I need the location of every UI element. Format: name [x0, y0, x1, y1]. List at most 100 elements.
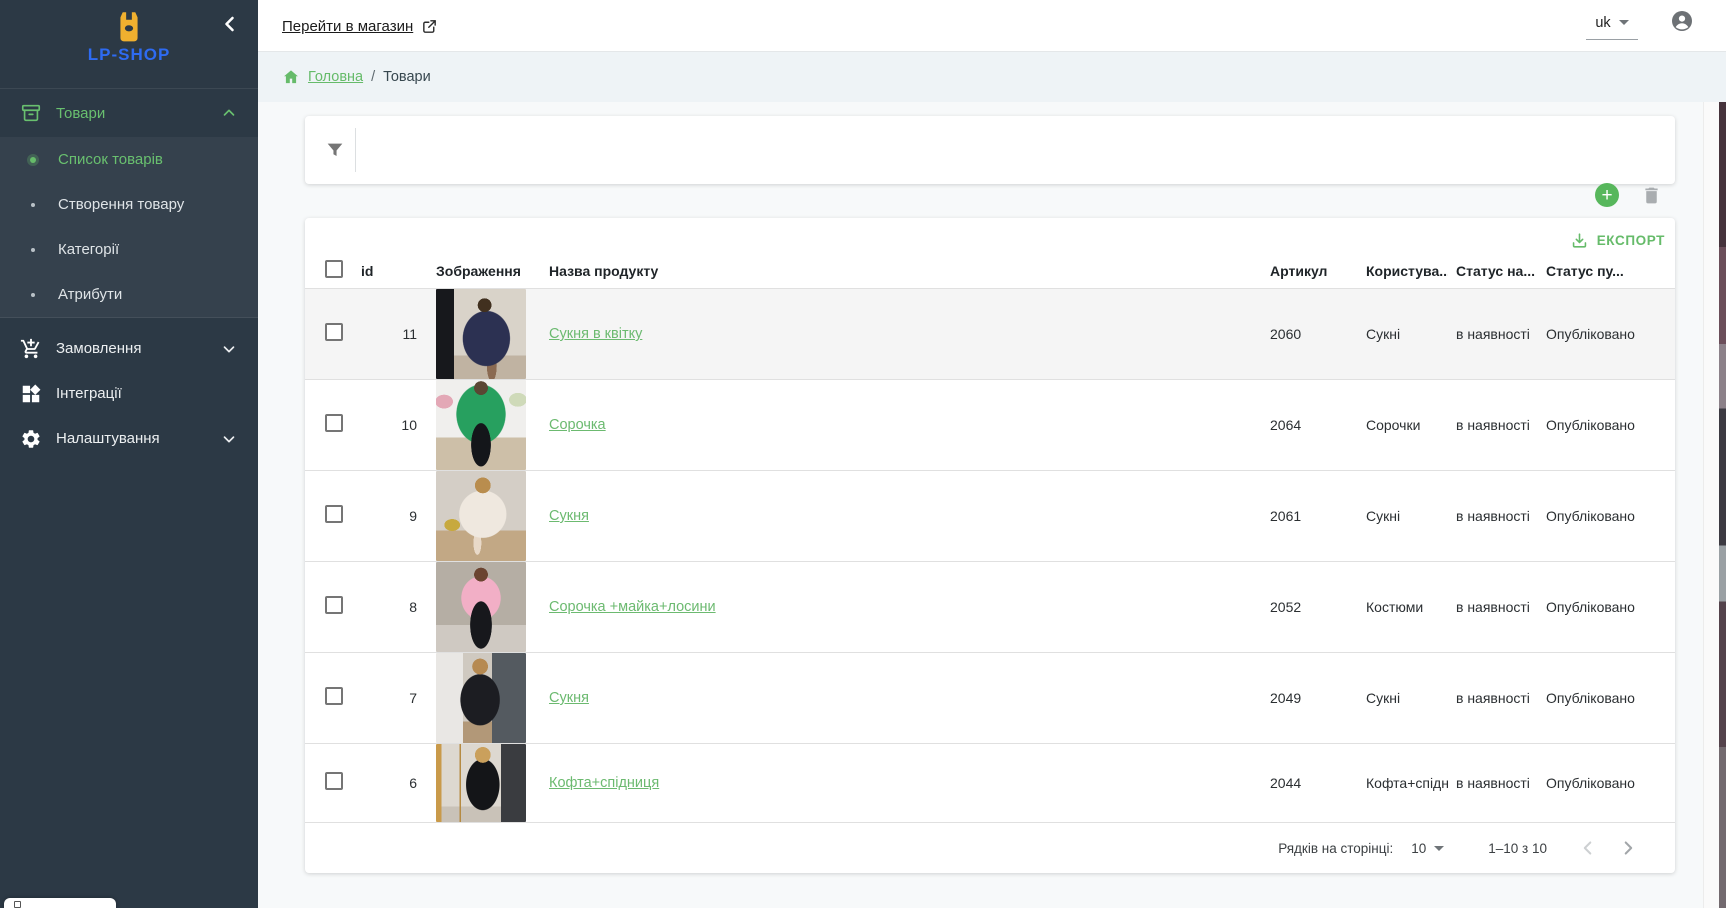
delete-button[interactable]: [1641, 185, 1662, 206]
product-image[interactable]: [436, 562, 526, 652]
product-name-link[interactable]: Сукня в квітку: [549, 326, 642, 342]
sidebar-item-create-product[interactable]: Створення товару: [0, 182, 258, 227]
product-name-link[interactable]: Сукня: [549, 508, 589, 524]
logo-text: LP-SHOP: [0, 45, 258, 65]
product-image[interactable]: [436, 380, 526, 470]
sidebar-item-label: Інтеграції: [56, 385, 238, 402]
product-name-link[interactable]: Сорочка +майка+лосини: [549, 599, 716, 615]
sidebar-item-label: Товари: [56, 105, 220, 122]
status-mini-icon: [14, 901, 21, 908]
table-row: 7 Сукня 2049 Сукні в наявності Опубліков…: [305, 652, 1675, 743]
chevron-down-icon: [220, 340, 238, 358]
row-checkbox[interactable]: [325, 505, 343, 523]
sidebar: LP-SHOP Товари Список товарів Створення …: [0, 0, 258, 908]
table-actions: +: [305, 182, 1675, 210]
row-checkbox[interactable]: [325, 596, 343, 614]
cell-id: 6: [361, 743, 417, 822]
cell-sku: 2061: [1262, 470, 1358, 561]
cell-category: Сукні: [1358, 288, 1448, 379]
row-checkbox[interactable]: [325, 772, 343, 790]
go-to-store-label: Перейти в магазин: [282, 18, 413, 35]
product-name-link[interactable]: Сорочка: [549, 417, 606, 433]
cell-sku: 2064: [1262, 379, 1358, 470]
filter-button[interactable]: [324, 139, 346, 161]
sidebar-item-label: Налаштування: [56, 430, 220, 447]
rows-per-page-select[interactable]: 10: [1411, 841, 1444, 856]
product-image[interactable]: [436, 653, 526, 743]
cell-publish-status: Опубліковано: [1538, 652, 1675, 743]
breadcrumb: Головна / Товари: [258, 52, 1726, 102]
sidebar-item-attributes[interactable]: Атрибути: [0, 272, 258, 317]
previous-page-button[interactable]: [1577, 837, 1599, 859]
cell-id: 7: [361, 652, 417, 743]
logo[interactable]: LP-SHOP: [0, 0, 258, 88]
cell-id: 11: [361, 288, 417, 379]
account-icon: [1670, 9, 1694, 33]
rows-per-page-label: Рядків на сторінці:: [1278, 841, 1393, 856]
cell-stock-status: в наявності: [1448, 743, 1538, 822]
table-row: 11 Сукня в квітку 2060 Сукні в наявності…: [305, 288, 1675, 379]
main-content: + ЕКСПОРТ id Зображення Наз: [258, 102, 1726, 908]
table-row: 10 Сорочка 2064 Сорочки в наявності Опуб…: [305, 379, 1675, 470]
go-to-store-link[interactable]: Перейти в магазин: [282, 0, 438, 52]
widgets-icon: [20, 383, 42, 405]
table-header-row: id Зображення Назва продукту Артикул Кор…: [305, 254, 1675, 288]
export-button[interactable]: ЕКСПОРТ: [1570, 231, 1665, 250]
cell-sku: 2052: [1262, 561, 1358, 652]
row-checkbox[interactable]: [325, 687, 343, 705]
cell-id: 9: [361, 470, 417, 561]
scrollbar-gutter[interactable]: [1703, 102, 1719, 908]
row-checkbox[interactable]: [325, 323, 343, 341]
sidebar-item-products[interactable]: Товари: [0, 88, 258, 137]
cell-sku: 2060: [1262, 288, 1358, 379]
sidebar-item-integrations[interactable]: Інтеграції: [0, 371, 258, 416]
row-checkbox[interactable]: [325, 414, 343, 432]
table-row: 9 Сукня 2061 Сукні в наявності Опубліков…: [305, 470, 1675, 561]
language-select[interactable]: uk: [1586, 6, 1638, 40]
browser-status-popup: [4, 898, 116, 908]
download-icon: [1570, 231, 1589, 250]
gear-icon: [20, 428, 42, 450]
product-image[interactable]: [436, 471, 526, 561]
cell-category: Кофта+спідниц: [1358, 743, 1448, 822]
breadcrumb-current: Товари: [383, 69, 431, 85]
background-window-sliver: [1719, 102, 1726, 908]
sidebar-item-categories[interactable]: Категорії: [0, 227, 258, 272]
trash-icon: [1641, 185, 1662, 206]
add-product-button[interactable]: +: [1595, 183, 1619, 207]
products-table: id Зображення Назва продукту Артикул Кор…: [305, 254, 1675, 822]
export-label: ЕКСПОРТ: [1597, 233, 1665, 248]
filter-panel: [305, 116, 1675, 184]
cell-category: Костюми: [1358, 561, 1448, 652]
cell-publish-status: Опубліковано: [1538, 288, 1675, 379]
sidebar-item-orders[interactable]: Замовлення: [0, 326, 258, 371]
sidebar-item-settings[interactable]: Налаштування: [0, 416, 258, 461]
caret-down-icon: [1619, 20, 1629, 25]
language-value: uk: [1595, 15, 1610, 31]
select-all-checkbox[interactable]: [325, 260, 343, 278]
column-header-publish: Статус пу...: [1538, 254, 1675, 288]
sidebar-item-product-list[interactable]: Список товарів: [0, 137, 258, 182]
column-header-name: Назва продукту: [539, 254, 1262, 288]
chevron-left-icon: [218, 12, 242, 36]
column-header-category: Користува...: [1358, 254, 1448, 288]
product-name-link[interactable]: Сукня: [549, 690, 589, 706]
active-bullet-icon: [27, 154, 39, 166]
pagination-bar: Рядків на сторінці: 10 1–10 з 10: [305, 822, 1675, 873]
breadcrumb-home-link[interactable]: Головна: [308, 69, 363, 85]
cell-category: Сукні: [1358, 652, 1448, 743]
column-header-image: Зображення: [417, 254, 539, 288]
sidebar-item-label: Атрибути: [58, 286, 122, 303]
product-name-link[interactable]: Кофта+спідниця: [549, 775, 659, 791]
product-image[interactable]: [436, 744, 526, 822]
cell-publish-status: Опубліковано: [1538, 743, 1675, 822]
sidebar-collapse-button[interactable]: [218, 12, 242, 36]
next-page-button[interactable]: [1617, 837, 1639, 859]
product-image[interactable]: [436, 289, 526, 379]
products-table-card: ЕКСПОРТ id Зображення Назва продукту Арт…: [305, 218, 1675, 873]
bullet-icon: [31, 293, 35, 297]
cell-publish-status: Опубліковано: [1538, 379, 1675, 470]
cart-plus-icon: [20, 338, 42, 360]
account-button[interactable]: [1670, 9, 1694, 33]
cell-stock-status: в наявності: [1448, 561, 1538, 652]
